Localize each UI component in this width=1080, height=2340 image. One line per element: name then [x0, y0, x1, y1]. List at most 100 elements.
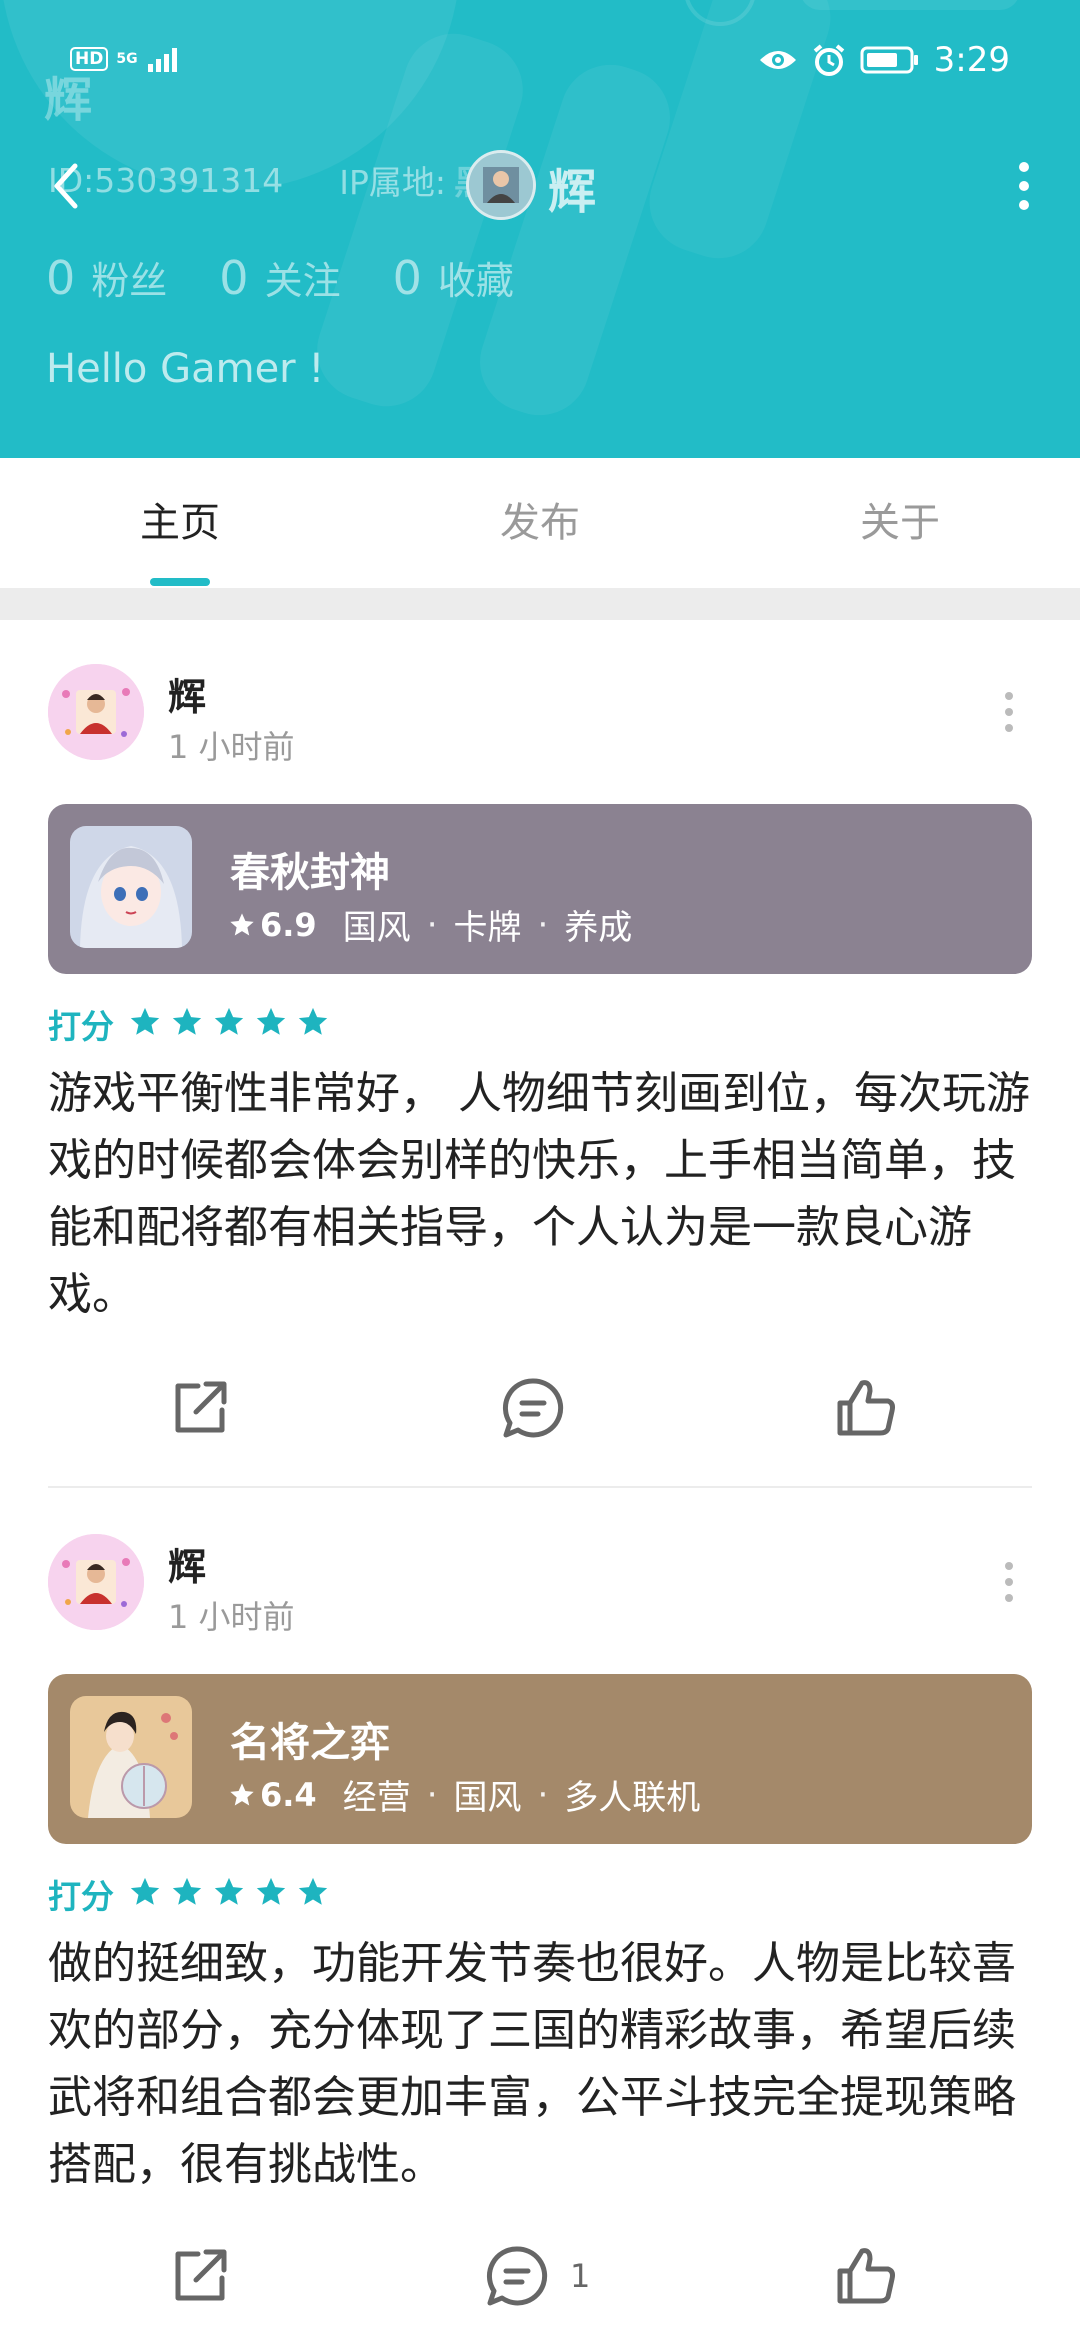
section-divider: [0, 588, 1080, 620]
share-icon: [175, 1381, 227, 1433]
rating-star-icon: [298, 1877, 328, 1905]
fans-stat[interactable]: 0 粉丝: [46, 250, 167, 305]
rating-stars: [128, 1875, 338, 1913]
share-button[interactable]: [168, 1368, 232, 1448]
rating-star-icon: [298, 1007, 328, 1035]
review-text: 做的挺细致，功能开发节奏也很好。人物是比较喜欢的部分，充分体现了三国的精彩故事，…: [48, 1938, 1016, 2190]
tab-about[interactable]: 关于: [720, 458, 1080, 588]
clock: 3:29: [933, 40, 1010, 80]
thumbs-up-icon: [837, 1380, 895, 1436]
alarm-icon: [813, 44, 844, 76]
game-score: 6.4: [260, 1775, 317, 1814]
chevron-left-icon: [54, 163, 78, 209]
rating-star-icon: [130, 1007, 160, 1035]
game-tag: 国风: [342, 908, 411, 948]
battery-icon: [860, 46, 918, 74]
follow-stat[interactable]: 0 关注: [219, 250, 340, 305]
tag-separator: ·: [426, 904, 438, 945]
post-more-button[interactable]: [994, 682, 1024, 742]
author-name: 辉: [168, 1545, 207, 1589]
thumbs-up-icon: [837, 2248, 895, 2304]
game-icon-image: [70, 826, 192, 948]
game-icon: [70, 826, 192, 948]
signal-icon: [147, 48, 177, 72]
tab-posts[interactable]: 发布: [360, 458, 720, 588]
follow-label: 关注: [264, 259, 341, 303]
game-card[interactable]: 春秋封神 6.9 国风 · 卡牌 · 养成: [48, 804, 1032, 974]
rating-star-icon: [172, 1007, 202, 1035]
game-card[interactable]: 名将之弈 6.4 经营 · 国风 · 多人联机: [48, 1674, 1032, 1844]
game-icon-image: [70, 1696, 192, 1818]
profile-screen: HD 5G 3:29 辉 ID:530391314 IP属地: 辉 0 粉丝 0…: [0, 0, 1080, 2340]
post-time: 1 小时前: [168, 1598, 295, 1636]
back-button[interactable]: [38, 150, 94, 222]
status-bar: HD 5G 3:29: [0, 0, 1080, 120]
post-divider: [48, 1486, 1032, 1488]
like-button[interactable]: [834, 2236, 900, 2316]
network-type: 5G: [116, 51, 138, 67]
ip-label: IP属地:: [339, 163, 446, 202]
header-ghost-name: 辉: [44, 72, 93, 128]
tab-home[interactable]: 主页: [0, 458, 360, 588]
rating-star-icon: [130, 1877, 160, 1905]
rating-label: 打分: [48, 1007, 114, 1046]
favorite-count: 0: [392, 251, 422, 305]
profile-stats: 0 粉丝 0 关注 0 收藏: [46, 250, 566, 305]
comment-button[interactable]: [500, 1368, 586, 1448]
comment-icon: [502, 1378, 564, 1438]
share-button[interactable]: [168, 2236, 232, 2316]
more-options-button[interactable]: [1004, 150, 1044, 222]
share-icon: [175, 2249, 227, 2301]
profile-bio: Hello Gamer !: [46, 346, 325, 392]
game-tag: 多人联机: [564, 1778, 701, 1818]
tag-separator: ·: [537, 904, 549, 945]
rating-stars: [128, 1005, 338, 1043]
review-text: 游戏平衡性非常好， 人物细节刻画到位，每次玩游戏的时候都会体会别样的快乐，上手相…: [48, 1068, 1030, 1320]
avatar-image: [48, 1534, 144, 1630]
post-actions: 1: [0, 2236, 1080, 2316]
comment-button[interactable]: 1: [484, 2236, 590, 2316]
eye-icon: [759, 51, 796, 69]
game-icon: [70, 1696, 192, 1818]
tag-separator: ·: [426, 1774, 438, 1815]
rating-star-icon: [256, 1007, 286, 1035]
status-bar-right: 3:29: [758, 40, 1010, 80]
favorite-stat[interactable]: 0 收藏: [393, 250, 514, 305]
comment-icon: [486, 2246, 548, 2306]
like-button[interactable]: [834, 1368, 900, 1448]
favorite-label: 收藏: [437, 259, 514, 303]
game-meta: 6.4 经营 · 国风 · 多人联机: [228, 1770, 700, 1819]
post-more-button[interactable]: [994, 1552, 1024, 1612]
author-avatar[interactable]: [48, 1534, 144, 1630]
fans-count: 0: [46, 251, 76, 305]
active-tab-indicator: [150, 578, 210, 586]
game-tag: 养成: [564, 908, 633, 948]
profile-tabs: 主页 发布 关于: [0, 458, 1080, 588]
follow-count: 0: [219, 251, 249, 305]
author-avatar[interactable]: [48, 664, 144, 760]
game-name: 名将之弈: [230, 1720, 390, 1766]
post-time: 1 小时前: [168, 728, 295, 766]
profile-header: HD 5G 3:29 辉 ID:530391314 IP属地: 辉 0 粉丝 0…: [0, 0, 1080, 458]
fans-label: 粉丝: [91, 259, 168, 303]
star-icon: [230, 912, 254, 935]
rating-label: 打分: [48, 1877, 114, 1916]
rating-star-icon: [256, 1877, 286, 1905]
star-icon: [230, 1782, 254, 1805]
game-tag: 卡牌: [453, 908, 522, 948]
header-user-name: 辉: [548, 164, 597, 220]
post-actions: [0, 1368, 1080, 1448]
game-tag: 经营: [342, 1778, 411, 1818]
header-avatar[interactable]: [466, 150, 536, 220]
game-name: 春秋封神: [230, 850, 390, 896]
avatar-image: [469, 153, 533, 217]
rating-star-icon: [214, 1007, 244, 1035]
rating-row: 打分: [48, 1870, 338, 1918]
game-score: 6.9: [260, 905, 317, 944]
author-name: 辉: [168, 675, 207, 719]
game-tag: 国风: [453, 1778, 522, 1818]
rating-star-icon: [172, 1877, 202, 1905]
rating-star-icon: [214, 1877, 244, 1905]
tag-separator: ·: [537, 1774, 549, 1815]
game-meta: 6.9 国风 · 卡牌 · 养成: [228, 900, 632, 949]
